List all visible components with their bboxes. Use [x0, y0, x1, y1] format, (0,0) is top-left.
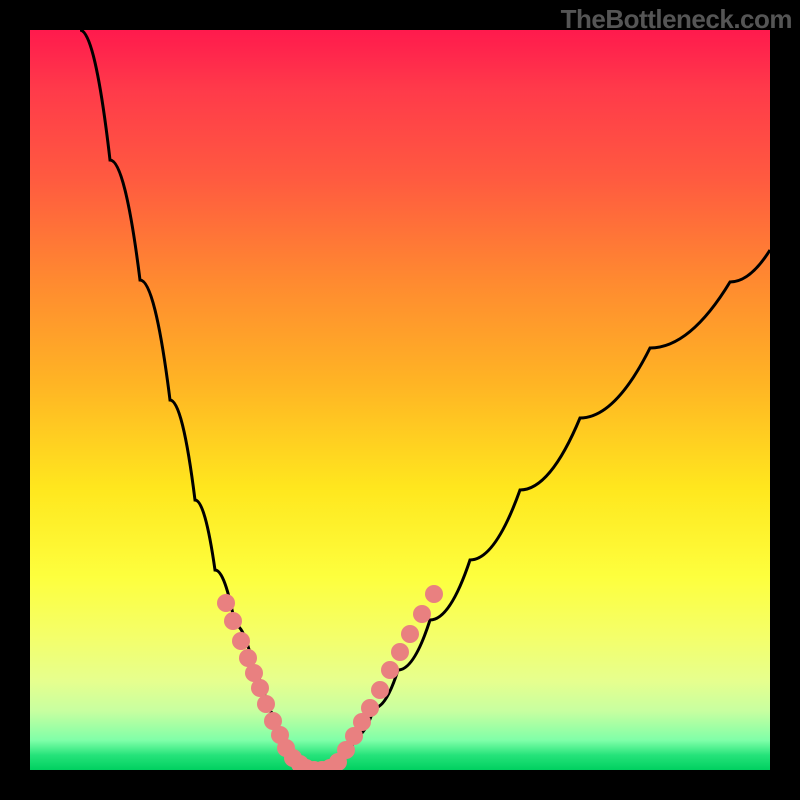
curve-layer [30, 30, 770, 770]
curve-right-branch [330, 250, 770, 770]
marker-dot [257, 695, 275, 713]
marker-dots [217, 585, 443, 770]
marker-dot [224, 612, 242, 630]
marker-dot [401, 625, 419, 643]
chart-frame: TheBottleneck.com [0, 0, 800, 800]
marker-dot [251, 679, 269, 697]
marker-dot [361, 699, 379, 717]
plot-area [30, 30, 770, 770]
marker-dot [371, 681, 389, 699]
marker-dot [232, 632, 250, 650]
marker-dot [413, 605, 431, 623]
marker-dot [391, 643, 409, 661]
curve-left-branch [80, 30, 306, 770]
marker-dot [381, 661, 399, 679]
marker-dot [217, 594, 235, 612]
marker-dot [425, 585, 443, 603]
curve-paths [80, 30, 770, 770]
watermark-text: TheBottleneck.com [561, 4, 792, 35]
